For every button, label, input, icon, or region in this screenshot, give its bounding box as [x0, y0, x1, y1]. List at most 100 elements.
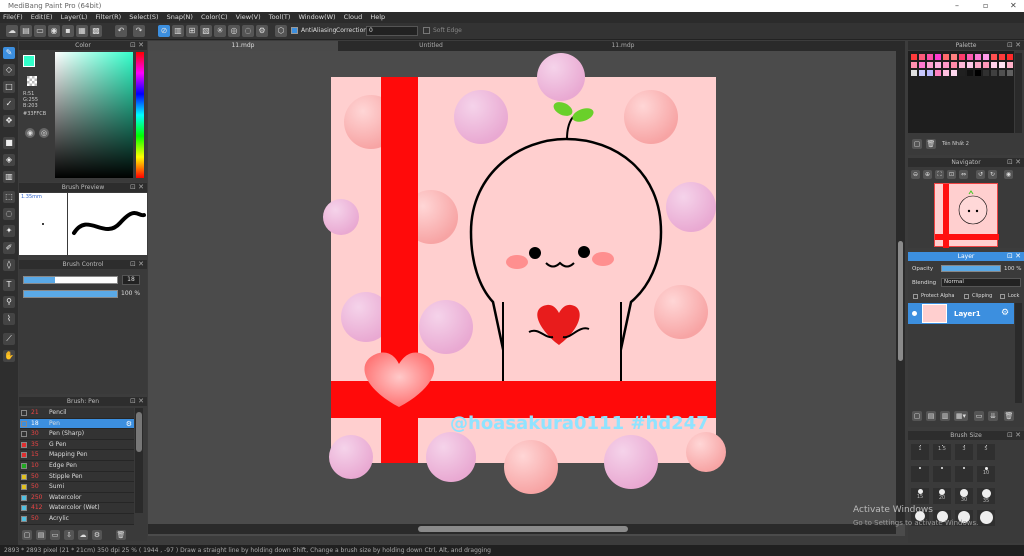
palette-swatch[interactable]	[951, 62, 957, 68]
brush-list-scrollbar[interactable]	[135, 408, 143, 513]
palette-swatch[interactable]	[1007, 54, 1013, 60]
check-tool-icon[interactable]: ✓	[3, 98, 15, 110]
brush-item[interactable]: 18 Pen ⚙	[20, 418, 134, 430]
menu-file[interactable]: File(F)	[0, 12, 26, 22]
select-pen-tool-icon[interactable]: ✐	[3, 242, 15, 254]
snap-curve-icon[interactable]: ◌	[242, 25, 254, 37]
palette-swatch[interactable]	[991, 54, 997, 60]
brush-settings-icon[interactable]: ⚙	[126, 419, 132, 429]
correction-select[interactable]: 0	[366, 26, 418, 36]
palette-swatch[interactable]	[959, 70, 965, 76]
palette-swatch[interactable]	[911, 54, 917, 60]
snap-3d-icon[interactable]: ⬡	[275, 25, 287, 37]
snap-circle-icon[interactable]: ◎	[228, 25, 240, 37]
palette-swatch[interactable]	[943, 70, 949, 76]
palette-swatch[interactable]	[967, 54, 973, 60]
palette-swatch[interactable]	[1007, 62, 1013, 68]
gradient-tool-icon[interactable]: ▥	[3, 171, 15, 183]
cloud-icon[interactable]: ☁	[6, 25, 18, 37]
menu-help[interactable]: Help	[367, 12, 388, 22]
canvas-area[interactable]: @hoasakura0111 #hd247	[148, 51, 905, 536]
brush-size-cell[interactable]	[977, 510, 995, 526]
settings-brush-icon[interactable]: ⚙	[92, 530, 102, 540]
clipping-checkbox[interactable]	[964, 294, 969, 299]
chat-icon[interactable]: ▭	[34, 25, 46, 37]
palette-swatch[interactable]	[943, 54, 949, 60]
palette-swatch[interactable]	[983, 54, 989, 60]
brush-opacity-slider[interactable]	[23, 290, 118, 298]
palette-swatch[interactable]	[919, 70, 925, 76]
color-wheel-icon[interactable]: ◉	[25, 128, 35, 138]
palette-swatch[interactable]	[911, 62, 917, 68]
snap-parallel-icon[interactable]: ▥	[172, 25, 184, 37]
protect-alpha-checkbox[interactable]	[913, 294, 918, 299]
text-tool-icon[interactable]: T	[3, 279, 15, 291]
snap-off-icon[interactable]: ⊘	[158, 25, 170, 37]
snap-settings-icon[interactable]: ⚙	[256, 25, 268, 37]
divide-tool-icon[interactable]: ⟋	[3, 333, 15, 345]
menu-color[interactable]: Color(C)	[198, 12, 231, 22]
blending-select[interactable]: Normal	[941, 278, 1021, 287]
brush-size-cell[interactable]: 5	[977, 444, 995, 460]
primary-color-swatch[interactable]	[23, 55, 35, 67]
palette-swatch[interactable]	[951, 54, 957, 60]
layer-type-dropdown-icon[interactable]: ▦▾	[954, 411, 968, 421]
brush-size-slider[interactable]	[23, 276, 118, 284]
palette-swatch[interactable]	[935, 70, 941, 76]
delete-palette-icon[interactable]: 🗑	[926, 139, 936, 149]
palette-swatch[interactable]	[999, 62, 1005, 68]
panel-menu-icon[interactable]: ⊡ ✕	[130, 397, 144, 406]
camera-icon[interactable]: ◉	[48, 25, 60, 37]
merge-layer-icon[interactable]: ⇊	[988, 411, 998, 421]
save-icon[interactable]: ▪	[62, 25, 74, 37]
canvas-horizontal-scrollbar[interactable]	[148, 524, 896, 534]
brush-size-cell[interactable]: 3	[955, 444, 973, 460]
menu-snap[interactable]: Snap(N)	[164, 12, 196, 22]
palette-swatch[interactable]	[919, 62, 925, 68]
palette-swatch[interactable]	[1007, 70, 1013, 76]
palette-swatch[interactable]	[927, 54, 933, 60]
brush-size-cell[interactable]: 10	[977, 466, 995, 482]
folder-brush-icon[interactable]: ▭	[50, 530, 60, 540]
menu-view[interactable]: View(V)	[233, 12, 264, 22]
palette-swatch[interactable]	[975, 70, 981, 76]
layer-visibility-icon[interactable]	[912, 311, 917, 316]
brush-size-value[interactable]: 18	[122, 275, 140, 285]
reset-rotation-icon[interactable]: ◉	[1004, 170, 1013, 179]
snap-radial-icon[interactable]: ✳	[214, 25, 226, 37]
eraser-tool-icon[interactable]: ◇	[3, 64, 15, 76]
move-tool-icon[interactable]: ✥	[3, 115, 15, 127]
horizontal-scroll-thumb[interactable]	[418, 526, 628, 532]
new-file-icon[interactable]: ▤	[20, 25, 32, 37]
brush-size-cell[interactable]: 20	[933, 488, 951, 504]
operation-tool-icon[interactable]: ⚲	[3, 296, 15, 308]
brush-item[interactable]: 50 Stipple Pen	[20, 471, 134, 483]
palette-swatch[interactable]	[943, 62, 949, 68]
palette-swatch[interactable]	[999, 70, 1005, 76]
menu-cloud[interactable]: Cloud	[341, 12, 366, 22]
actual-size-icon[interactable]: ⊡	[947, 170, 956, 179]
menu-window[interactable]: Window(W)	[295, 12, 338, 22]
panel-menu-icon[interactable]: ⊡ ✕	[130, 183, 144, 192]
saturation-value-picker[interactable]	[55, 52, 133, 178]
snap-vanish-icon[interactable]: ▧	[200, 25, 212, 37]
panel-menu-icon[interactable]: ⊡ ✕	[1007, 431, 1021, 440]
palette-swatch[interactable]	[935, 62, 941, 68]
brush-item[interactable]: 50 Acrylic	[20, 514, 134, 525]
brush-item[interactable]: 15 Mapping Pen	[20, 450, 134, 461]
panel-menu-icon[interactable]: ⊡ ✕	[130, 260, 144, 269]
palette-swatch[interactable]	[951, 70, 957, 76]
brush-size-cell[interactable]: 1	[911, 444, 929, 460]
palette-swatch[interactable]	[919, 54, 925, 60]
palette-swatches[interactable]	[908, 51, 1014, 133]
menu-layer[interactable]: Layer(L)	[58, 12, 91, 22]
duplicate-layer-icon[interactable]: ▥	[940, 411, 950, 421]
soft-edge-checkbox[interactable]	[423, 27, 430, 34]
redo-icon[interactable]: ↷	[133, 25, 145, 37]
panel-menu-icon[interactable]: ⊡ ✕	[1007, 158, 1021, 167]
flip-icon[interactable]: ⇔	[959, 170, 968, 179]
panel-menu-icon[interactable]: ⊡ ✕	[1007, 41, 1021, 50]
undo-icon[interactable]: ↶	[115, 25, 127, 37]
menu-edit[interactable]: Edit(E)	[28, 12, 56, 22]
layer-settings-icon[interactable]: ⚙	[1001, 308, 1009, 318]
